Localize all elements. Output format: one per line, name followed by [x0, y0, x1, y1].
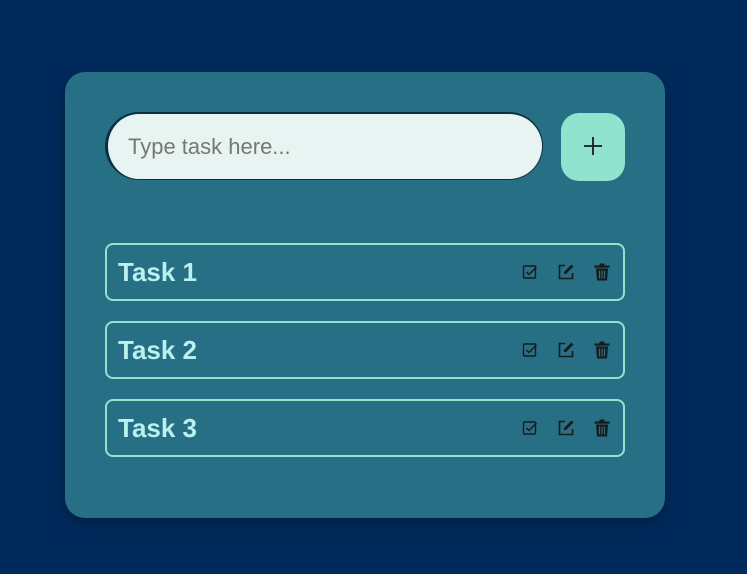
- task-item: Task 2: [105, 321, 625, 379]
- task-item: Task 3: [105, 399, 625, 457]
- complete-task-button[interactable]: [521, 262, 539, 282]
- complete-task-button[interactable]: [521, 340, 539, 360]
- edit-icon: [558, 342, 574, 358]
- check-square-icon: [522, 265, 537, 279]
- edit-task-button[interactable]: [557, 418, 575, 438]
- task-label: Task 1: [118, 257, 198, 287]
- plus-icon: [582, 135, 604, 160]
- task-label: Task 2: [118, 335, 198, 365]
- check-square-icon: [522, 421, 537, 435]
- task-actions: [521, 418, 611, 438]
- delete-task-button[interactable]: [593, 340, 611, 360]
- task-list: Task 1 Task 2 Task 3: [105, 243, 625, 477]
- task-input[interactable]: [105, 112, 543, 180]
- add-task-button[interactable]: [561, 113, 625, 181]
- task-label: Task 3: [118, 413, 198, 443]
- input-row: [105, 112, 625, 182]
- task-item: Task 1: [105, 243, 625, 301]
- trash-icon: [594, 263, 610, 281]
- edit-icon: [558, 420, 574, 436]
- edit-task-button[interactable]: [557, 340, 575, 360]
- trash-icon: [594, 341, 610, 359]
- delete-task-button[interactable]: [593, 262, 611, 282]
- complete-task-button[interactable]: [521, 418, 539, 438]
- edit-task-button[interactable]: [557, 262, 575, 282]
- check-square-icon: [522, 343, 537, 357]
- trash-icon: [594, 419, 610, 437]
- todo-card: Task 1: [65, 72, 665, 518]
- edit-icon: [558, 264, 574, 280]
- delete-task-button[interactable]: [593, 418, 611, 438]
- task-actions: [521, 340, 611, 360]
- task-actions: [521, 262, 611, 282]
